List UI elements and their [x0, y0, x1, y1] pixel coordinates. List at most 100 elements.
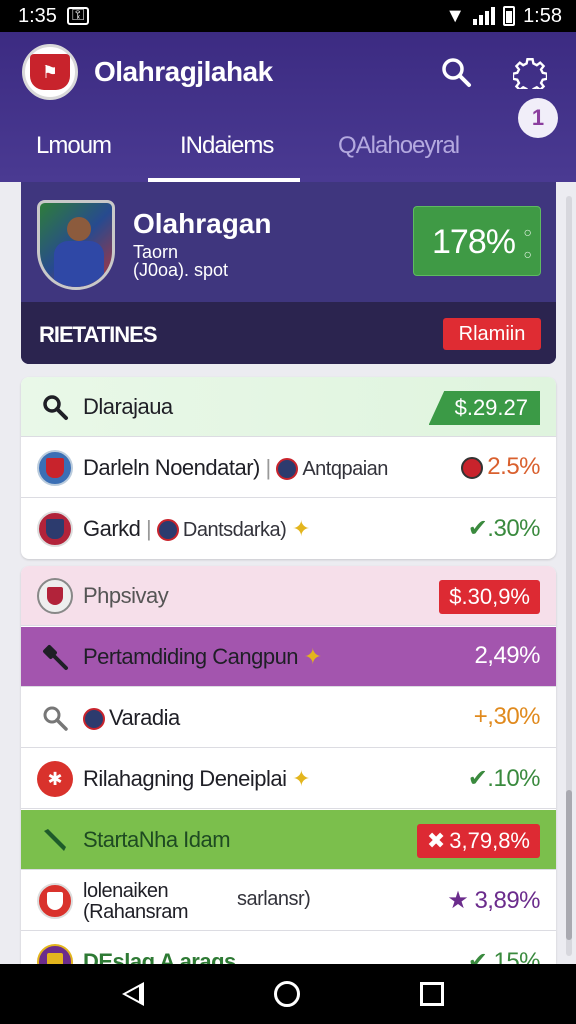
settings-button[interactable]	[510, 52, 550, 92]
list-item-name: Darleln Noendatar) | Antqpaian	[83, 455, 388, 481]
list-item-name: Garkd | Dantsdarka) ✦	[83, 516, 310, 542]
list-item[interactable]: lolenaiken (Rahansram sarlansr) ★ 3,89%	[21, 871, 556, 931]
search-icon	[442, 58, 471, 87]
player-value-box: 178% ○ ○	[413, 206, 541, 276]
search-button[interactable]	[436, 52, 476, 92]
stats-card-2: Phpsivay $.30,9% Pertamdiding Cangpun ✦ …	[21, 566, 556, 964]
separator: |	[265, 455, 272, 480]
search-icon	[37, 389, 73, 425]
tab-3[interactable]: QAlahoeyral	[338, 132, 460, 160]
recents-icon[interactable]	[420, 982, 444, 1006]
close-icon: ✖	[426, 828, 446, 853]
back-icon[interactable]	[122, 982, 144, 1006]
player-value: 178%	[432, 223, 516, 261]
status-time-left: 1:35	[18, 4, 57, 27]
list2-header[interactable]: Phpsivay $.30,9%	[21, 566, 556, 626]
list-item-name-text: lolenaiken	[83, 880, 169, 902]
list-item[interactable]: Darleln Noendatar) | Antqpaian 2.5%	[21, 438, 556, 498]
list-item-extra: sarlansr)	[237, 888, 311, 910]
pencil-icon	[37, 822, 73, 858]
list-item-name-text: Rilahagning Deneiplai	[83, 766, 287, 791]
list-item[interactable]: StartaNha Idam ✖ 3,79,8%	[21, 810, 556, 870]
key-icon: ⚿	[66, 7, 90, 25]
club-crest-icon	[83, 708, 105, 731]
tab-bar: Lmoum INdaiems QAlahoeyral	[0, 124, 576, 182]
list-item[interactable]: DEslag A arags ✔.15%	[21, 932, 556, 964]
club-logo[interactable]: ⚑	[22, 44, 78, 100]
status-bar: 1:35 ⚿ ▼ 1:58	[0, 0, 576, 32]
separator: |	[146, 516, 152, 541]
crest-icon: ⚑	[30, 54, 70, 90]
list-item-name: Varadia	[83, 705, 180, 731]
list-item-value: +,30%	[473, 703, 541, 730]
list-item-value: ✔.10%	[467, 765, 541, 792]
list-item-name: Pertamdiding Cangpun ✦	[83, 644, 322, 670]
list-item-name-text: Darleln Noendatar)	[83, 455, 260, 480]
list-item[interactable]: ✱ Rilahagning Deneiplai ✦ ✔.10%	[21, 749, 556, 809]
star-icon: ✦	[303, 644, 322, 669]
list-item-name: Rilahagning Deneiplai ✦	[83, 766, 311, 792]
battery-icon	[503, 6, 516, 26]
player-sub-2: (J0oa). spot	[133, 260, 229, 280]
list-item[interactable]: Varadia +,30%	[21, 688, 556, 748]
club-crest-icon	[276, 458, 299, 481]
app-bar: ⚑ Olahragjlahak Lmoum INdaiems QAlahoeyr…	[0, 32, 576, 182]
list-item-name-text: Varadia	[109, 705, 180, 730]
list1-header[interactable]: Dlarajaua $.29.27	[21, 377, 556, 437]
player-shirt	[54, 241, 104, 287]
list-item-name-text: Pertamdiding Cangpun	[83, 644, 299, 669]
club-crest-icon	[37, 450, 73, 486]
hero-action-button[interactable]: Rlamiin	[443, 318, 541, 350]
list-item-name-text: Garkd	[83, 516, 141, 541]
star-icon: ✦	[291, 516, 310, 541]
club-crest-icon	[156, 519, 179, 542]
list-item-value: ✔.15%	[467, 948, 541, 964]
hero-footer: RIETATINES Rlamiin	[21, 302, 556, 364]
list2-header-value: $.30,9%	[439, 580, 540, 614]
status-time-right: 1:58	[523, 4, 562, 27]
club-crest-icon	[461, 456, 484, 479]
stats-card-1: Dlarajaua $.29.27 Darleln Noendatar) | A…	[21, 377, 556, 559]
wifi-icon: ▼	[445, 4, 466, 27]
list-item[interactable]: Garkd | Dantsdarka) ✦ ✔.30%	[21, 499, 556, 559]
list-item-value-text: 2.5%	[487, 453, 540, 480]
tab-badge[interactable]: 1	[518, 98, 558, 138]
list-item-name: DEslag A arags	[83, 949, 236, 964]
list-item-value: ★ 3,89%	[447, 887, 540, 914]
app-title: Olahragjlahak	[94, 56, 273, 87]
club-crest-icon	[37, 883, 73, 919]
tab-2[interactable]: INdaiems	[180, 132, 274, 160]
signal-icon	[473, 7, 496, 25]
list-item-value: 2.5%	[461, 453, 540, 481]
list2-header-label: Phpsivay	[83, 583, 169, 608]
list-item-value: ✖ 3,79,8%	[416, 824, 540, 858]
player-name: Olahragan	[133, 208, 272, 239]
club-crest-icon	[37, 578, 73, 614]
status-right: ▼ 1:58	[445, 5, 562, 28]
player-hero-card[interactable]: Olahragan Taorn (J0oa). spot 178% ○ ○ RIE…	[21, 182, 556, 364]
list1-header-value: $.29.27	[428, 391, 540, 425]
search-icon	[37, 700, 73, 736]
club-crest-icon	[37, 511, 73, 547]
club-crest-icon: ✱	[37, 761, 73, 797]
list-item-extra: Dantsdarka)	[182, 519, 287, 541]
club-crest-icon	[37, 944, 73, 964]
player-head	[67, 217, 91, 241]
home-icon[interactable]	[274, 981, 300, 1007]
star-icon: ✦	[292, 766, 311, 791]
list-item-name: lolenaiken (Rahansram	[83, 880, 189, 923]
indicator-dots-icon: ○ ○	[523, 224, 532, 262]
list-item-value: 2,49%	[474, 642, 540, 669]
list-item-value: ✔.30%	[467, 515, 541, 542]
gear-icon	[513, 58, 547, 89]
tab-1[interactable]: Lmoum	[36, 132, 112, 160]
list-item[interactable]: Pertamdiding Cangpun ✦ 2,49%	[21, 627, 556, 687]
list1-header-label: Dlarajaua	[83, 394, 173, 419]
list-item-value-text: 3,79,8%	[449, 828, 530, 853]
list-item-extra: Antqpaian	[302, 458, 388, 480]
scrollbar-thumb[interactable]	[566, 790, 572, 940]
list-item-name-text-2: (Rahansram	[83, 901, 189, 923]
list-item-name: StartaNha Idam	[83, 827, 231, 852]
hammer-icon	[37, 639, 73, 675]
system-nav-bar	[0, 964, 576, 1024]
